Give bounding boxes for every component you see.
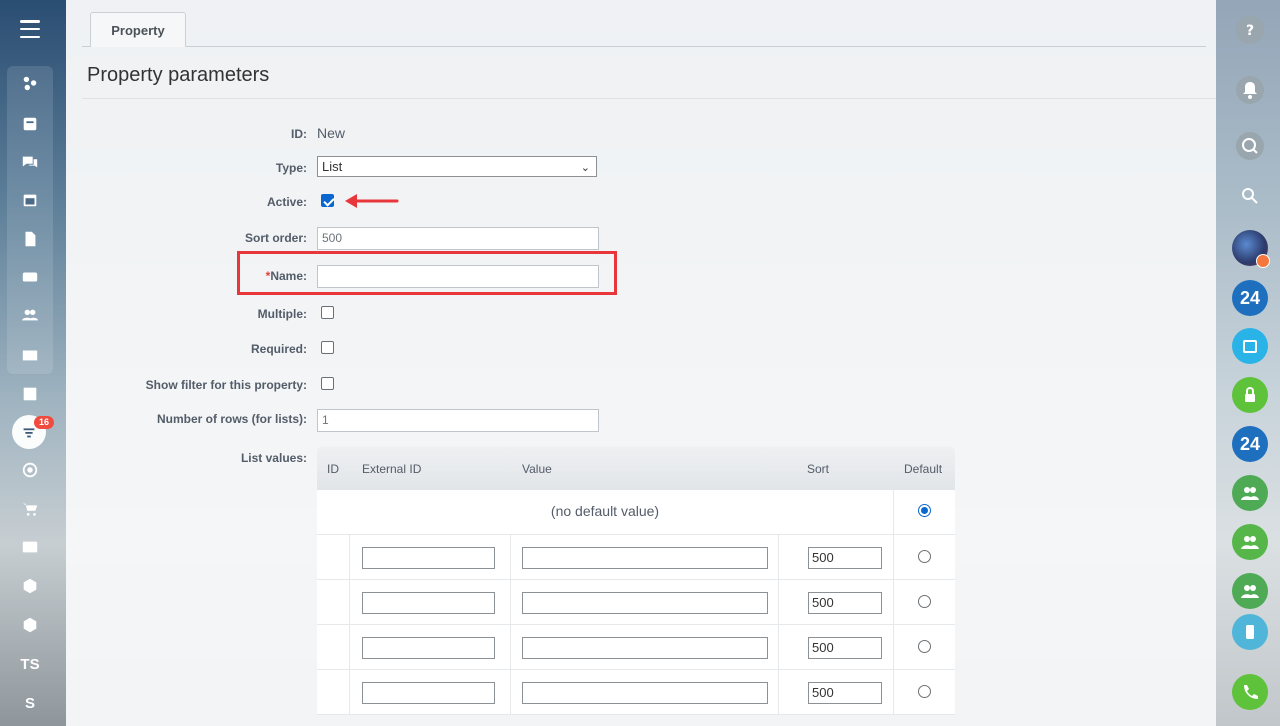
no-default-label: (no default value) — [550, 503, 660, 519]
col-id: ID — [327, 462, 339, 476]
tasks-icon[interactable] — [13, 377, 47, 411]
list-values-table: ID External ID Value Sort Default (no de… — [317, 447, 955, 715]
default-radio[interactable] — [918, 595, 931, 608]
page-title: Property parameters — [87, 64, 270, 86]
svg-text:?: ? — [1246, 23, 1254, 39]
sort-input[interactable]: 500 — [808, 592, 882, 614]
name-input[interactable] — [317, 265, 599, 288]
bitrix24-icon-2[interactable]: 24 — [1232, 426, 1268, 462]
calendar-icon[interactable] — [1232, 328, 1268, 364]
sort-input[interactable]: 500 — [808, 637, 882, 659]
group-chat-icon[interactable] — [1232, 475, 1268, 511]
news-icon[interactable] — [13, 107, 47, 141]
document-icon[interactable] — [13, 222, 47, 256]
id-value: New — [317, 125, 346, 141]
type-select[interactable]: List ⌄ — [317, 156, 597, 177]
group-chat-icon-3[interactable] — [1232, 573, 1268, 609]
external-id-input[interactable] — [362, 682, 495, 704]
target-icon[interactable] — [13, 453, 47, 487]
col-sort: Sort — [807, 462, 830, 476]
contact-card-icon[interactable] — [13, 530, 47, 564]
default-cell — [893, 490, 955, 534]
default-radio[interactable] — [918, 550, 931, 563]
value-input[interactable] — [522, 547, 768, 569]
col-default: Default — [904, 462, 943, 476]
main-panel: Property Property parameters ID: New Typ… — [66, 0, 1216, 726]
menu-icon[interactable] — [20, 20, 40, 38]
col-value: Value — [522, 462, 552, 476]
type-label: Type: — [275, 161, 307, 175]
help-icon[interactable]: ? — [1236, 16, 1264, 44]
table-header: ID External ID Value Sort Default — [317, 447, 955, 490]
feed-icon[interactable] — [13, 66, 47, 100]
tab-bar: Property — [82, 12, 1206, 47]
mail-icon[interactable] — [13, 338, 47, 372]
chat-search-icon[interactable] — [1236, 132, 1264, 160]
default-radio[interactable] — [918, 685, 931, 698]
drive-icon[interactable] — [13, 260, 47, 294]
active-label: Active: — [266, 195, 307, 209]
rows-input[interactable]: 1 — [317, 409, 599, 432]
employees-icon[interactable] — [13, 298, 47, 332]
annotation-arrow-icon — [345, 194, 399, 208]
notification-badge: 16 — [34, 416, 55, 429]
default-radio[interactable] — [918, 640, 931, 653]
left-sidebar: 16 TS S — [0, 0, 66, 726]
show-filter-checkbox[interactable] — [321, 377, 334, 390]
table-row: 500 — [317, 580, 955, 625]
default-radio[interactable] — [918, 504, 931, 517]
required-checkbox[interactable] — [321, 341, 334, 354]
required-label: Required: — [250, 342, 307, 356]
name-label: *Name: — [266, 269, 307, 283]
phone-device-icon[interactable] — [1232, 614, 1268, 650]
box-icon[interactable] — [13, 569, 47, 603]
table-row: 500 — [317, 625, 955, 670]
table-row: 500 — [317, 670, 955, 715]
sort-input[interactable]: 500 — [808, 547, 882, 569]
col-external-id: External ID — [362, 462, 422, 476]
table-row-no-default: (no default value) — [317, 490, 955, 535]
multiple-checkbox[interactable] — [321, 306, 334, 319]
lock-icon[interactable] — [1232, 377, 1268, 413]
search-icon[interactable] — [1232, 178, 1268, 214]
multiple-label: Multiple: — [257, 307, 307, 321]
value-input[interactable] — [522, 637, 768, 659]
avatar[interactable] — [1232, 230, 1270, 268]
show-filter-label: Show filter for this property: — [145, 378, 307, 392]
right-sidebar: ? 24 24 — [1216, 0, 1280, 726]
external-id-input[interactable] — [362, 547, 495, 569]
chat-icon[interactable] — [13, 145, 47, 179]
external-id-input[interactable] — [362, 637, 495, 659]
external-id-input[interactable] — [362, 592, 495, 614]
value-input[interactable] — [522, 592, 768, 614]
divider — [82, 98, 1216, 99]
sort-order-input[interactable]: 500 — [317, 227, 599, 250]
sort-order-label: Sort order: — [244, 231, 307, 245]
name-label-text: Name: — [270, 269, 307, 283]
list-values-label: List values: — [240, 451, 307, 465]
group-chat-icon-2[interactable] — [1232, 524, 1268, 560]
box-icon-2[interactable] — [13, 608, 47, 642]
chevron-down-icon: ⌄ — [580, 162, 590, 174]
rows-label: Number of rows (for lists): — [156, 412, 307, 426]
table-row: 500 — [317, 535, 955, 580]
phone-call-icon[interactable] — [1232, 674, 1268, 710]
bell-icon[interactable] — [1236, 76, 1264, 104]
sort-input[interactable]: 500 — [808, 682, 882, 704]
id-label: ID: — [291, 127, 307, 141]
sidebar-item-ts[interactable]: TS — [13, 647, 47, 681]
value-input[interactable] — [522, 682, 768, 704]
bitrix24-icon[interactable]: 24 — [1232, 280, 1268, 316]
calendar-icon[interactable] — [13, 183, 47, 217]
type-select-value: List — [322, 159, 343, 174]
tab-property[interactable]: Property — [90, 12, 186, 47]
sidebar-item-s[interactable]: S — [13, 686, 47, 720]
cart-icon[interactable] — [13, 492, 47, 526]
active-checkbox[interactable] — [321, 194, 334, 207]
